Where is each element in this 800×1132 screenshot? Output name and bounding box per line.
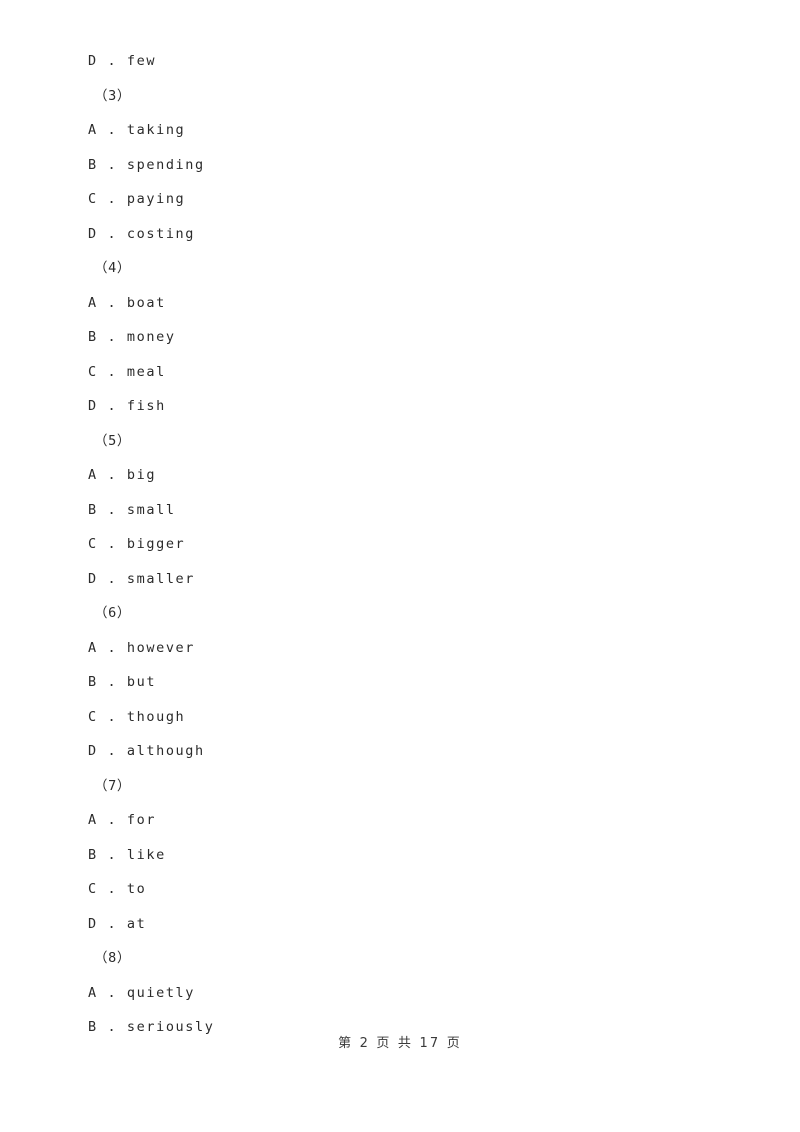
option-separator: . <box>97 881 127 897</box>
option-letter: B <box>88 674 98 690</box>
answer-option[interactable]: C . paying <box>88 182 708 217</box>
option-text: smaller <box>126 570 196 587</box>
option-text: bigger <box>126 536 186 552</box>
option-letter: C <box>88 708 98 725</box>
option-letter: A <box>88 467 98 483</box>
option-letter: D <box>88 225 98 242</box>
option-text: costing <box>126 225 196 242</box>
option-text: however <box>126 639 196 656</box>
option-text: small <box>126 501 176 518</box>
option-separator: . <box>97 191 127 207</box>
option-separator: . <box>97 846 127 863</box>
answer-option[interactable]: B . but <box>88 665 708 700</box>
option-text: quietly <box>126 984 196 1001</box>
answer-option[interactable]: C . meal <box>88 355 708 390</box>
option-separator: . <box>97 536 127 552</box>
option-text: though <box>126 708 186 725</box>
option-letter: C <box>88 536 98 552</box>
answer-option[interactable]: A . big <box>88 458 708 493</box>
option-letter: A <box>88 812 98 828</box>
option-letter: A <box>88 984 98 1001</box>
answer-option[interactable]: B . like <box>88 838 708 873</box>
option-separator: . <box>97 398 127 414</box>
question-options-list: D . few （3） A . taking B . spending C . payi… <box>88 44 708 1045</box>
option-separator: . <box>97 812 127 828</box>
question-number: （8） <box>94 950 131 966</box>
option-separator: . <box>97 225 127 242</box>
option-text: paying <box>126 191 186 207</box>
question-number: （3） <box>94 87 131 104</box>
option-letter: B <box>88 156 98 173</box>
option-text: meal <box>126 363 166 380</box>
page-footer: 第 2 页 共 17 页 <box>338 1036 462 1051</box>
option-separator: . <box>97 570 127 587</box>
answer-option[interactable]: D . at <box>88 907 708 942</box>
option-letter: D <box>88 53 98 69</box>
option-letter: A <box>88 294 98 311</box>
option-separator: . <box>97 743 127 759</box>
question-number: （5） <box>94 432 131 449</box>
option-text: to <box>126 881 147 897</box>
option-separator: . <box>97 329 127 345</box>
option-letter: D <box>88 398 98 414</box>
option-separator: . <box>97 501 127 518</box>
answer-option[interactable]: D . smaller <box>88 562 708 597</box>
option-text: taking <box>126 122 186 138</box>
answer-option[interactable]: D . although <box>88 734 708 769</box>
option-letter: A <box>88 122 98 138</box>
answer-option[interactable]: B . money <box>88 320 708 355</box>
answer-option[interactable]: C . though <box>88 700 708 735</box>
option-text: spending <box>126 156 205 173</box>
option-text: but <box>126 674 157 690</box>
option-letter: B <box>88 846 98 863</box>
option-text: few <box>126 53 157 69</box>
answer-option[interactable]: D . few <box>88 44 708 79</box>
option-text: for <box>126 812 157 828</box>
answer-option[interactable]: A . taking <box>88 113 708 148</box>
option-separator: . <box>97 294 127 311</box>
question-number: （7） <box>94 777 131 794</box>
option-separator: . <box>97 53 127 69</box>
option-letter: C <box>88 191 98 207</box>
answer-option[interactable]: A . quietly <box>88 976 708 1011</box>
answer-option[interactable]: D . costing <box>88 217 708 252</box>
answer-option[interactable]: A . for <box>88 803 708 838</box>
question-number: （6） <box>94 605 131 621</box>
option-separator: . <box>97 363 127 380</box>
option-letter: D <box>88 743 98 759</box>
document-page: D . few （3） A . taking B . spending C . payi… <box>0 0 800 1132</box>
option-separator: . <box>97 915 127 932</box>
answer-option[interactable]: B . spending <box>88 148 708 183</box>
option-text: although <box>126 743 205 759</box>
option-text: money <box>126 329 176 345</box>
answer-option[interactable]: C . bigger <box>88 527 708 562</box>
option-text: big <box>126 467 157 483</box>
option-letter: B <box>88 501 98 518</box>
option-text: fish <box>126 398 166 414</box>
option-separator: . <box>97 122 127 138</box>
option-text: like <box>126 846 166 863</box>
answer-option[interactable]: A . boat <box>88 286 708 321</box>
answer-option[interactable]: B . small <box>88 493 708 528</box>
option-separator: . <box>97 984 127 1001</box>
option-letter: C <box>88 363 98 380</box>
option-text: boat <box>126 294 166 311</box>
question-number: （4） <box>94 260 131 276</box>
option-separator: . <box>97 674 127 690</box>
option-letter: B <box>88 329 98 345</box>
option-letter: A <box>88 639 98 656</box>
option-separator: . <box>97 156 127 173</box>
option-text: at <box>126 915 147 932</box>
answer-option[interactable]: D . fish <box>88 389 708 424</box>
answer-option[interactable]: A . however <box>88 631 708 666</box>
answer-option[interactable]: C . to <box>88 872 708 907</box>
option-separator: . <box>97 467 127 483</box>
option-letter: D <box>88 570 98 587</box>
option-letter: C <box>88 881 98 897</box>
option-separator: . <box>97 708 127 725</box>
option-separator: . <box>97 639 127 656</box>
option-letter: D <box>88 915 98 932</box>
